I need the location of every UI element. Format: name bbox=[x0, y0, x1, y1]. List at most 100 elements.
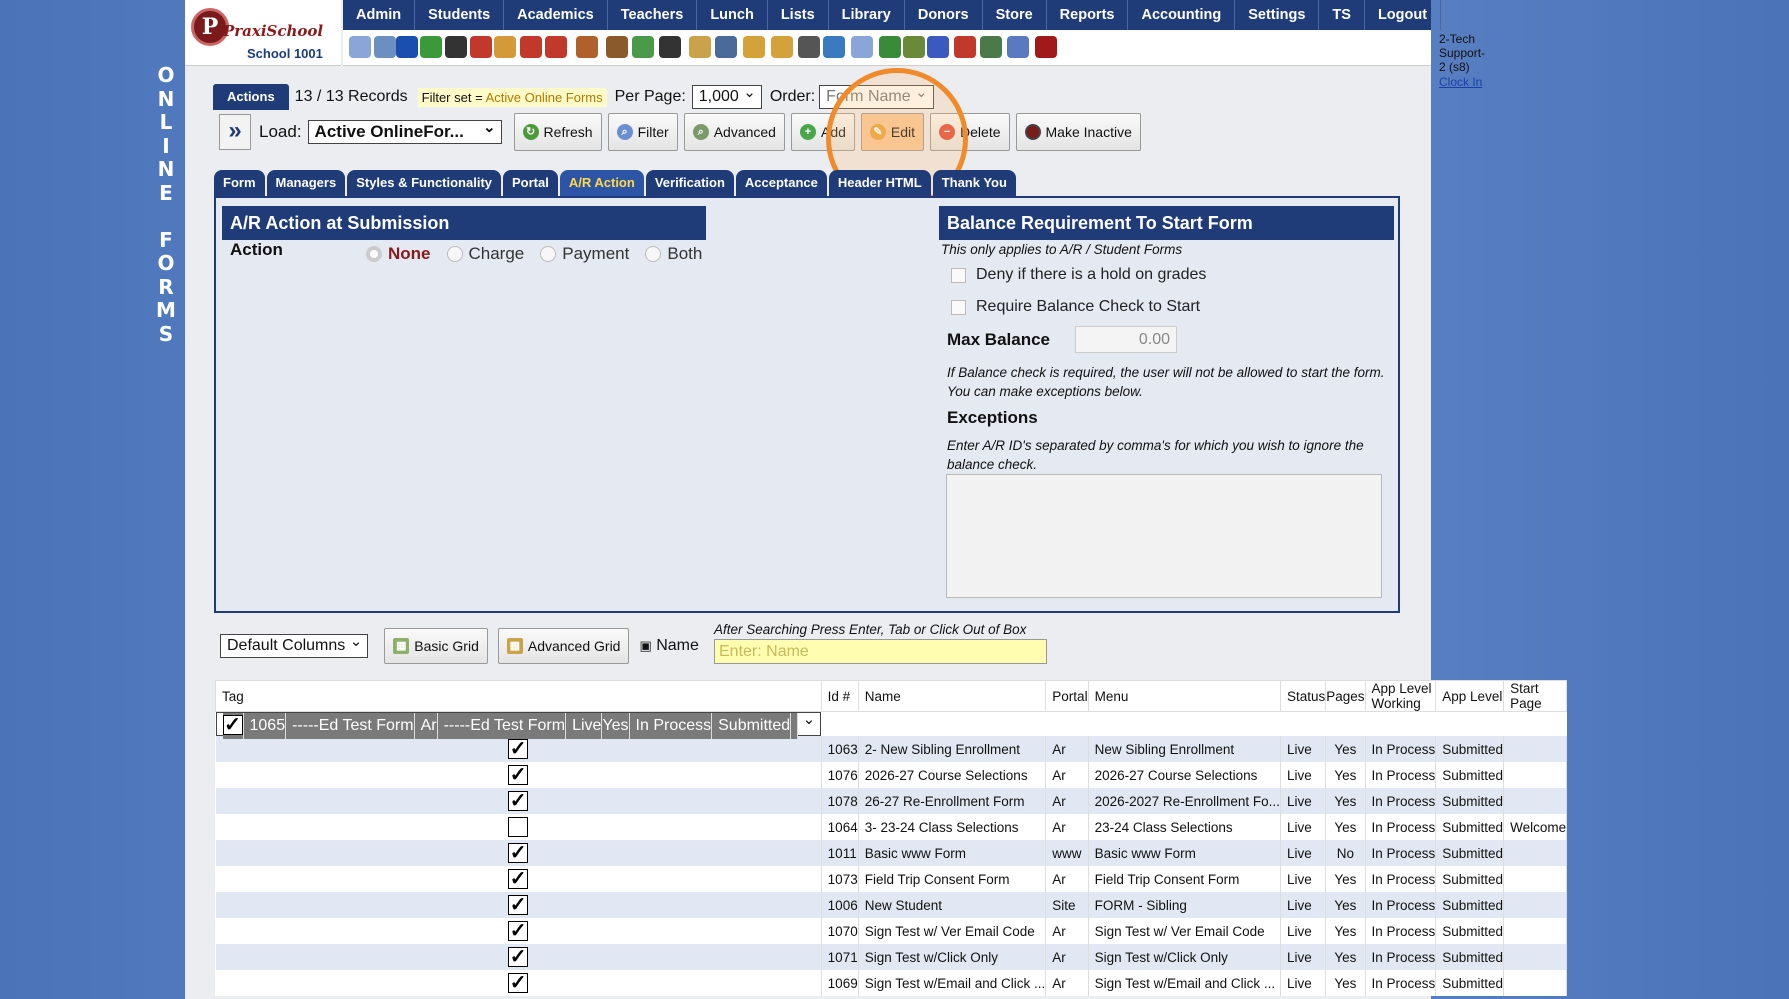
table-row[interactable]: ✓ 1070 Sign Test w/ Ver Email Code Ar Sign T… bbox=[215, 918, 1568, 944]
calendar-icon[interactable] bbox=[520, 36, 542, 58]
exceptions-textarea[interactable] bbox=[946, 474, 1382, 598]
column-header[interactable]: Portal bbox=[1045, 680, 1089, 712]
tag-checkbox[interactable]: ✓ bbox=[508, 739, 529, 759]
tag-checkbox[interactable]: ✓ bbox=[508, 817, 529, 837]
tab-portal[interactable]: Portal bbox=[503, 170, 558, 196]
clock-in-link[interactable]: Clock In bbox=[1439, 75, 1485, 89]
nav-item-lists[interactable]: Lists bbox=[768, 0, 829, 30]
refresh-button[interactable]: ↻ Refresh bbox=[513, 113, 602, 151]
nav-item-ts[interactable]: TS bbox=[1319, 0, 1365, 30]
table-row[interactable]: ✓ 1069 Sign Test w/Email and Click ... Ar Si… bbox=[215, 970, 1568, 996]
tag-icon[interactable] bbox=[743, 36, 765, 58]
expand-chevron-icon[interactable]: » bbox=[219, 114, 251, 150]
require-check-checkbox[interactable] bbox=[951, 299, 966, 315]
lunch-icon[interactable] bbox=[689, 36, 711, 58]
export-icon[interactable] bbox=[771, 36, 793, 58]
document-icon[interactable] bbox=[851, 36, 873, 58]
table-row[interactable]: ✓ 1071 Sign Test w/Click Only Ar Sign Test w… bbox=[215, 944, 1568, 970]
advanced-button[interactable]: ⌕ Advanced bbox=[683, 113, 785, 151]
tag-checkbox[interactable]: ✓ bbox=[508, 947, 529, 967]
radio-payment[interactable] bbox=[540, 246, 557, 262]
teacher-icon[interactable] bbox=[798, 36, 820, 58]
alarm-icon[interactable] bbox=[823, 36, 845, 58]
require-check-row[interactable]: Require Balance Check to Start bbox=[951, 298, 1200, 316]
calendar-grid-icon[interactable] bbox=[374, 36, 396, 58]
column-header[interactable]: Status bbox=[1279, 680, 1327, 712]
news-icon[interactable] bbox=[494, 36, 516, 58]
filter-button[interactable]: ⌕ Filter bbox=[607, 113, 678, 151]
columns-select[interactable]: Default Columns bbox=[220, 631, 369, 658]
people-icon[interactable] bbox=[659, 36, 681, 58]
tag-checkbox[interactable]: ✓ bbox=[508, 843, 529, 863]
person-add-icon[interactable] bbox=[576, 36, 598, 58]
nav-item-settings[interactable]: Settings bbox=[1235, 0, 1320, 30]
tag-checkbox[interactable]: ✓ bbox=[508, 973, 529, 993]
tag-checkbox[interactable]: ✓ bbox=[508, 765, 529, 785]
column-header[interactable]: App Level Working bbox=[1364, 680, 1437, 712]
tag-checkbox[interactable]: ✓ bbox=[508, 869, 529, 889]
book-icon[interactable] bbox=[715, 36, 737, 58]
chat-icon[interactable] bbox=[420, 36, 442, 58]
name-search-input[interactable]: Enter: Name bbox=[714, 639, 1047, 664]
column-header[interactable]: Id # bbox=[820, 680, 859, 712]
deny-hold-row[interactable]: Deny if there is a hold on grades bbox=[951, 266, 1206, 284]
tag-checkbox[interactable]: ✓ bbox=[222, 714, 243, 735]
nav-item-store[interactable]: Store bbox=[983, 0, 1047, 30]
tag-checkbox[interactable]: ✓ bbox=[508, 895, 529, 915]
nav-item-teachers[interactable]: Teachers bbox=[608, 0, 698, 30]
table-row[interactable]: ✓ 1073 Field Trip Consent Form Ar Field Trip… bbox=[215, 866, 1568, 892]
help-icon[interactable] bbox=[1007, 36, 1029, 58]
table-row[interactable]: ✓ 1076 2026-27 Course Selections Ar 2026-27 … bbox=[215, 762, 1568, 788]
max-balance-input[interactable]: 0.00 bbox=[1075, 326, 1177, 353]
tab-a-r-action[interactable]: A/R Action bbox=[559, 170, 644, 196]
pdf-icon[interactable] bbox=[954, 36, 976, 58]
tab-form[interactable]: Form bbox=[214, 170, 265, 196]
make-inactive-button[interactable]: Make Inactive bbox=[1015, 113, 1141, 151]
deny-hold-checkbox[interactable] bbox=[951, 267, 966, 283]
email-icon[interactable] bbox=[396, 36, 418, 58]
person-icon[interactable] bbox=[606, 36, 628, 58]
card-icon[interactable] bbox=[879, 36, 901, 58]
ar-icon[interactable] bbox=[927, 36, 949, 58]
radio-both[interactable] bbox=[645, 246, 662, 262]
column-header[interactable]: Start Page bbox=[1503, 680, 1568, 712]
radio-none[interactable] bbox=[366, 246, 382, 262]
table-row[interactable]: ✓ 1065 -----Ed Test Form Ar -----Ed Test For… bbox=[215, 709, 822, 739]
phone-icon[interactable] bbox=[445, 36, 467, 58]
tab-verification[interactable]: Verification bbox=[645, 170, 734, 196]
table-row[interactable]: ✓ 1063 2- New Sibling Enrollment Ar New Sibl… bbox=[215, 736, 1568, 762]
tab-styles-functionality[interactable]: Styles & Functionality bbox=[347, 170, 502, 196]
nav-item-students[interactable]: Students bbox=[415, 0, 505, 30]
speaker-icon[interactable] bbox=[470, 36, 492, 58]
nav-item-lunch[interactable]: Lunch bbox=[697, 0, 768, 30]
actions-button[interactable]: Actions bbox=[213, 84, 289, 110]
tag-checkbox[interactable]: ✓ bbox=[508, 791, 529, 811]
nav-item-academics[interactable]: Academics bbox=[504, 0, 608, 30]
column-header[interactable]: Tag bbox=[215, 680, 822, 712]
tab-header-html[interactable]: Header HTML bbox=[828, 170, 931, 196]
basic-grid-button[interactable]: ▦ Basic Grid bbox=[384, 628, 488, 664]
table-row[interactable]: ✓ 1006 New Student Site FORM - Sibling Live Ye… bbox=[215, 892, 1568, 918]
tab-acceptance[interactable]: Acceptance bbox=[735, 170, 827, 196]
money-icon[interactable] bbox=[632, 36, 654, 58]
nav-item-accounting[interactable]: Accounting bbox=[1128, 0, 1236, 30]
tag-checkbox[interactable]: ✓ bbox=[508, 921, 529, 941]
tab-thank-you[interactable]: Thank You bbox=[932, 170, 1016, 196]
table-row[interactable]: ✓ 1011 Basic www Form www Basic www Form Live… bbox=[215, 840, 1568, 866]
tab-managers[interactable]: Managers bbox=[266, 170, 346, 196]
radio-charge[interactable] bbox=[446, 246, 463, 262]
nav-item-admin[interactable]: Admin bbox=[343, 0, 416, 30]
megaphone-icon[interactable] bbox=[545, 36, 567, 58]
cash-icon[interactable] bbox=[980, 36, 1002, 58]
column-header[interactable]: Menu bbox=[1087, 680, 1281, 712]
per-page-select[interactable]: 1,000 bbox=[691, 82, 762, 109]
search-icon[interactable] bbox=[349, 36, 371, 58]
nav-item-logout[interactable]: Logout bbox=[1365, 0, 1442, 30]
power-icon[interactable] bbox=[1035, 36, 1057, 58]
table-row[interactable]: ✓ 1078 26-27 Re-Enrollment Form Ar 2026-2027… bbox=[215, 788, 1568, 814]
table-row[interactable]: ✓ 10643- 23-24 Class SelectionsAr23-24 Cl… bbox=[215, 814, 1568, 840]
nav-item-library[interactable]: Library bbox=[829, 0, 905, 30]
column-header[interactable]: Name bbox=[857, 680, 1047, 712]
nav-item-reports[interactable]: Reports bbox=[1047, 0, 1129, 30]
column-header[interactable]: App Level bbox=[1435, 680, 1505, 712]
